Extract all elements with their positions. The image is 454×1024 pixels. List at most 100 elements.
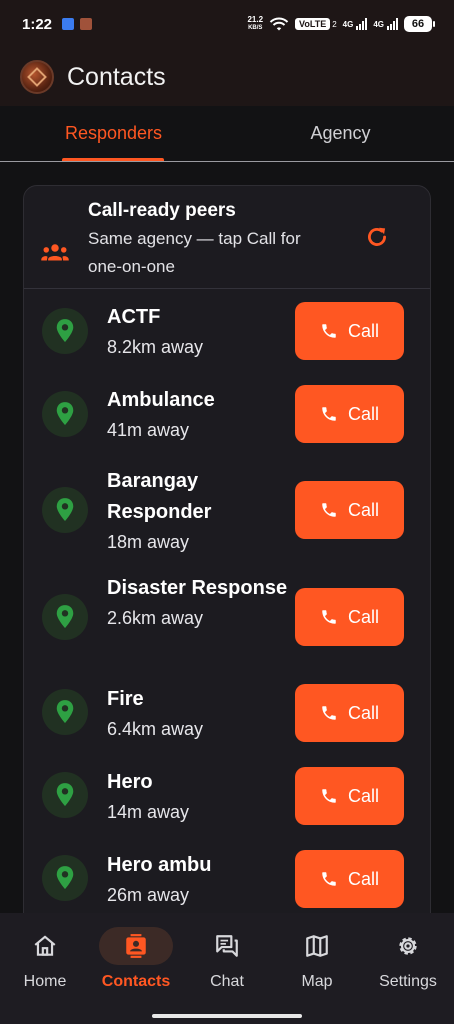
peers-header-text: Call-ready peers Same agency — tap Call …: [88, 200, 338, 281]
contact-distance: 26m away: [107, 885, 190, 905]
phone-icon: [322, 872, 336, 886]
contact-row: Barangay Responder 18m away Call: [24, 466, 430, 558]
tab-indicator: [62, 158, 164, 161]
peers-subtitle: Same agency — tap Call for one-on-one: [88, 229, 301, 276]
tab-agency[interactable]: Agency: [227, 106, 454, 161]
network-type-1: 4G: [342, 19, 354, 29]
tab-bar: Responders Agency: [0, 106, 454, 162]
nav-contacts-label: Contacts: [101, 973, 171, 990]
location-pin-icon: [56, 783, 74, 806]
contact-name: Barangay Responder: [107, 470, 212, 523]
peers-card: Call-ready peers Same agency — tap Call …: [23, 185, 431, 945]
home-indicator[interactable]: [152, 1014, 302, 1018]
phone-icon: [322, 503, 336, 517]
location-pin-avatar: [42, 855, 88, 901]
nav-contacts[interactable]: Contacts: [91, 927, 181, 991]
location-pin-icon: [56, 319, 74, 342]
phone-icon: [322, 610, 336, 624]
location-pin-icon: [56, 605, 74, 628]
nav-settings-label: Settings: [379, 973, 437, 990]
volte-badge: VoLTE: [295, 18, 331, 30]
nav-map-label: Map: [301, 973, 333, 990]
refresh-icon[interactable]: [364, 224, 390, 250]
call-button[interactable]: Call: [295, 767, 404, 825]
contact-row: Disaster Response 2.6km away Call: [24, 573, 430, 665]
contact-distance: 8.2km away: [107, 337, 204, 357]
call-button[interactable]: Call: [295, 481, 404, 539]
tab-agency-label: Agency: [310, 123, 371, 143]
status-right: 21.2 KB/S VoLTE 2 4G 4G 66: [247, 15, 435, 32]
notification-icons: [62, 18, 93, 30]
location-pin-avatar: [42, 689, 88, 735]
bottom-nav: Home Contacts Chat Map Settings: [0, 913, 454, 1024]
nav-home[interactable]: Home: [0, 927, 90, 991]
nav-contacts-icon-wrap: [99, 927, 173, 965]
contact-info: Hero ambu 26m away: [107, 850, 292, 910]
volte-sim: 2: [332, 19, 337, 29]
nav-chat[interactable]: Chat: [182, 927, 272, 991]
signal-icon-1: [356, 18, 368, 30]
nav-settings[interactable]: Settings: [363, 927, 453, 991]
call-button-label: Call: [347, 702, 379, 723]
call-button[interactable]: Call: [295, 385, 404, 443]
status-bar: 1:22 21.2 KB/S VoLTE 2 4G 4G 66: [0, 0, 454, 48]
peers-title: Call-ready peers: [88, 200, 236, 221]
gear-icon: [399, 937, 417, 955]
location-pin-avatar: [42, 308, 88, 354]
wifi-icon: [269, 17, 289, 30]
contact-name: Hero: [107, 771, 153, 793]
messenger-icon: [62, 18, 75, 30]
call-button[interactable]: Call: [295, 850, 404, 908]
contact-distance: 2.6km away: [107, 608, 204, 628]
nav-settings-icon-wrap: [371, 927, 445, 965]
call-button-label: Call: [347, 868, 379, 889]
peers-card-header: Call-ready peers Same agency — tap Call …: [24, 186, 430, 289]
tab-responders[interactable]: Responders: [0, 106, 227, 161]
call-button[interactable]: Call: [295, 588, 404, 646]
call-button[interactable]: Call: [295, 302, 404, 360]
contact-name: Disaster Response: [107, 577, 288, 599]
location-pin-avatar: [42, 487, 88, 533]
contacts-icon: [126, 934, 146, 958]
location-pin-avatar: [42, 772, 88, 818]
network-speed: 21.2 KB/S: [247, 15, 264, 32]
nav-map[interactable]: Map: [272, 927, 362, 991]
map-icon: [306, 935, 328, 957]
phone-icon: [322, 324, 336, 338]
battery-level: 66: [411, 18, 425, 30]
contact-distance: 41m away: [107, 420, 190, 440]
contact-row: Hero ambu 26m away Call: [24, 850, 430, 910]
nav-home-icon-wrap: [8, 927, 82, 965]
call-button[interactable]: Call: [295, 684, 404, 742]
location-pin-avatar: [42, 594, 88, 640]
contact-info: Ambulance 41m away: [107, 385, 292, 445]
location-pin-icon: [56, 498, 74, 521]
location-pin-icon: [56, 402, 74, 425]
page-title: Contacts: [67, 62, 166, 91]
phone-icon: [322, 706, 336, 720]
nav-chat-icon-wrap: [190, 927, 264, 965]
call-button-label: Call: [347, 785, 379, 806]
contact-info: Hero 14m away: [107, 767, 292, 827]
contact-info: Barangay Responder 18m away: [107, 466, 292, 557]
contact-row: Fire 6.4km away Call: [24, 684, 430, 744]
call-button-label: Call: [347, 403, 379, 424]
contact-row: Ambulance 41m away Call: [24, 384, 430, 445]
contact-name: Hero ambu: [107, 854, 212, 876]
home-icon: [34, 935, 56, 956]
location-pin-icon: [56, 866, 74, 889]
app-logo: [20, 60, 54, 94]
contact-distance: 6.4km away: [107, 719, 204, 739]
group-icon: [41, 244, 69, 261]
contact-row: Hero 14m away Call: [24, 767, 430, 827]
signal-icon-2: [387, 18, 398, 30]
tab-responders-label: Responders: [64, 123, 163, 143]
contact-distance: 14m away: [107, 802, 190, 822]
location-pin-avatar: [42, 391, 88, 437]
phone-icon: [322, 789, 336, 803]
contact-info: ACTF 8.2km away: [107, 302, 292, 362]
nav-home-label: Home: [23, 973, 67, 990]
contact-row: ACTF 8.2km away Call: [24, 301, 430, 362]
chat-icon: [216, 935, 238, 957]
contact-distance: 18m away: [107, 532, 190, 552]
